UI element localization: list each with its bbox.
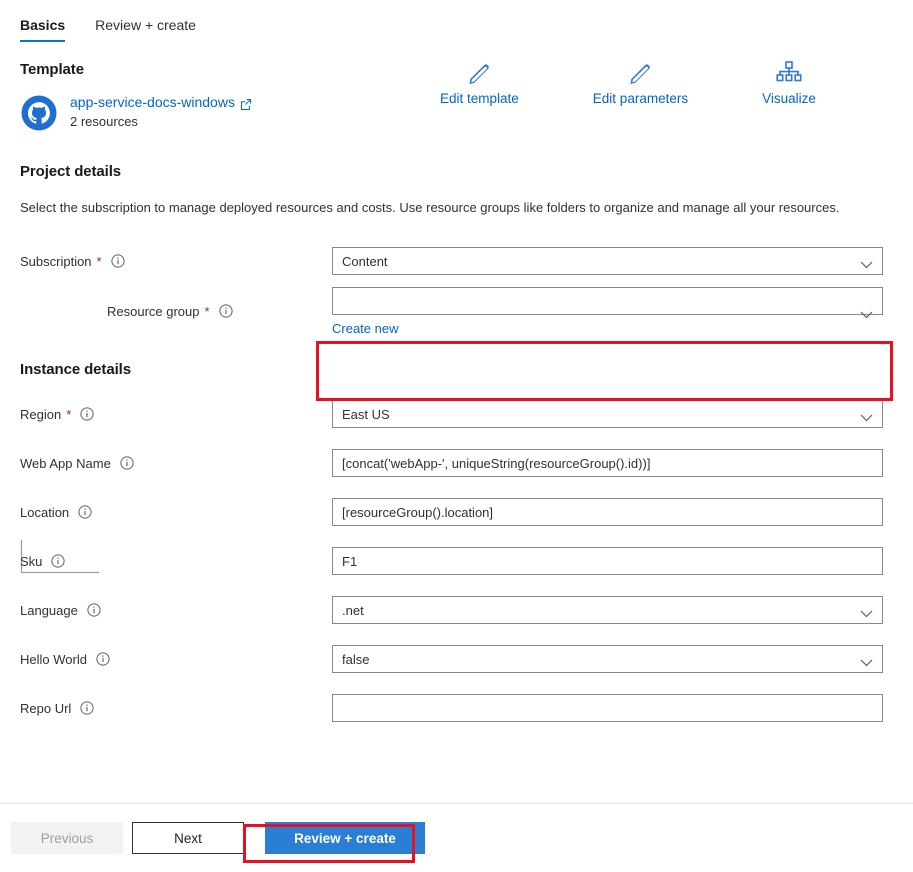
web-app-name-input[interactable]	[332, 449, 883, 477]
template-info: app-service-docs-windows 2 resources	[70, 92, 251, 129]
field-region: Region *	[20, 400, 913, 428]
web-app-name-label: Web App Name	[20, 455, 111, 471]
language-control	[332, 596, 883, 624]
field-repo-url: Repo Url	[20, 694, 913, 722]
info-icon[interactable]	[87, 603, 101, 617]
region-select[interactable]	[332, 400, 883, 428]
region-label-group: Region *	[20, 407, 332, 422]
sku-label: Sku	[20, 553, 43, 569]
edit-template-action[interactable]: Edit template	[440, 59, 519, 106]
info-icon[interactable]	[80, 701, 94, 715]
hello-world-control	[332, 645, 883, 673]
template-repo-link[interactable]: app-service-docs-windows	[70, 94, 251, 110]
edit-parameters-label: Edit parameters	[592, 91, 689, 106]
repo-url-input[interactable]	[332, 694, 883, 722]
visualize-label: Visualize	[762, 91, 816, 106]
required-asterisk: *	[66, 406, 72, 422]
required-asterisk: *	[204, 303, 210, 319]
web-app-name-label-group: Web App Name	[20, 456, 332, 471]
field-hello-world: Hello World	[20, 645, 913, 673]
info-icon[interactable]	[78, 505, 92, 519]
region-label: Region	[20, 406, 62, 422]
field-sku: Sku	[20, 547, 913, 575]
instance-fields-list: Region* Web App Name Location Sku Language He…	[20, 400, 913, 722]
template-section: Template app-service-docs-windows 2 reso…	[0, 42, 913, 132]
project-details-description: Select the subscription to manage deploy…	[20, 200, 840, 215]
subscription-label: Subscription	[20, 253, 92, 269]
info-icon[interactable]	[120, 456, 134, 470]
project-details-section: Project details Select the subscription …	[0, 132, 913, 218]
review-create-button[interactable]: Review + create	[265, 822, 425, 854]
pencil-icon	[628, 59, 653, 85]
language-label-group: Language	[20, 603, 332, 618]
field-resource-group: Resource group * Create new	[20, 286, 913, 336]
github-icon	[20, 94, 58, 132]
external-link-icon	[240, 97, 251, 110]
tab-basics-label: Basics	[20, 17, 66, 33]
resource-group-select[interactable]	[332, 286, 883, 315]
resource-group-control: Create new	[332, 286, 883, 336]
location-label-group: Location	[20, 505, 332, 520]
info-icon[interactable]	[111, 254, 125, 268]
repo-url-control	[332, 694, 883, 722]
language-label: Language	[20, 602, 78, 618]
repo-url-label-group: Repo Url	[20, 701, 332, 716]
wizard-footer: Previous Next Review + create	[0, 804, 913, 872]
info-icon[interactable]	[218, 304, 233, 318]
template-actions: Edit template Edit parameters Visualize	[440, 59, 816, 106]
create-new-resource-group-link[interactable]: Create new	[332, 321, 398, 336]
pencil-icon	[467, 59, 492, 85]
project-details-heading: Project details	[20, 163, 122, 180]
hello-world-label: Hello World	[20, 651, 87, 667]
info-icon[interactable]	[51, 554, 66, 568]
info-icon[interactable]	[80, 407, 94, 421]
subscription-select[interactable]	[332, 247, 883, 275]
field-subscription: Subscription *	[20, 247, 913, 275]
subscription-control	[332, 247, 883, 275]
field-web-app-name: Web App Name	[20, 449, 913, 477]
tab-review-create[interactable]: Review + create	[95, 17, 196, 42]
field-language: Language	[20, 596, 913, 624]
required-asterisk: *	[96, 253, 102, 269]
sku-input[interactable]	[332, 547, 883, 575]
sku-control	[332, 547, 883, 575]
template-resource-count: 2 resources	[70, 114, 138, 129]
web-app-name-control	[332, 449, 883, 477]
tab-review-create-label: Review + create	[95, 17, 196, 33]
subscription-label-group: Subscription *	[20, 254, 332, 269]
instance-details-heading: Instance details	[20, 361, 131, 378]
resource-group-label: Resource group	[107, 303, 200, 319]
hello-world-select[interactable]	[332, 645, 883, 673]
location-input[interactable]	[332, 498, 883, 526]
resource-group-label-group: Resource group *	[20, 304, 332, 319]
instance-details-form: Region* Web App Name Location Sku Language He…	[0, 378, 913, 722]
previous-button[interactable]: Previous	[11, 822, 123, 854]
field-location: Location	[20, 498, 913, 526]
info-icon[interactable]	[96, 652, 110, 666]
edit-template-label: Edit template	[440, 91, 519, 106]
repo-url-label: Repo Url	[20, 700, 72, 716]
hello-world-label-group: Hello World	[20, 652, 332, 667]
tab-basics[interactable]: Basics	[20, 17, 66, 42]
language-select[interactable]	[332, 596, 883, 624]
next-button[interactable]: Next	[132, 822, 244, 854]
edit-parameters-action[interactable]: Edit parameters	[593, 59, 688, 106]
tab-bar: Basics Review + create	[0, 0, 913, 42]
visualize-action[interactable]: Visualize	[762, 59, 816, 106]
location-label: Location	[20, 504, 70, 520]
project-details-form: Subscription * R	[0, 218, 913, 574]
region-control	[332, 400, 883, 428]
location-control	[332, 498, 883, 526]
hierarchy-icon	[776, 59, 802, 85]
template-repo-name: app-service-docs-windows	[70, 94, 235, 110]
sku-label-group: Sku	[20, 554, 332, 569]
